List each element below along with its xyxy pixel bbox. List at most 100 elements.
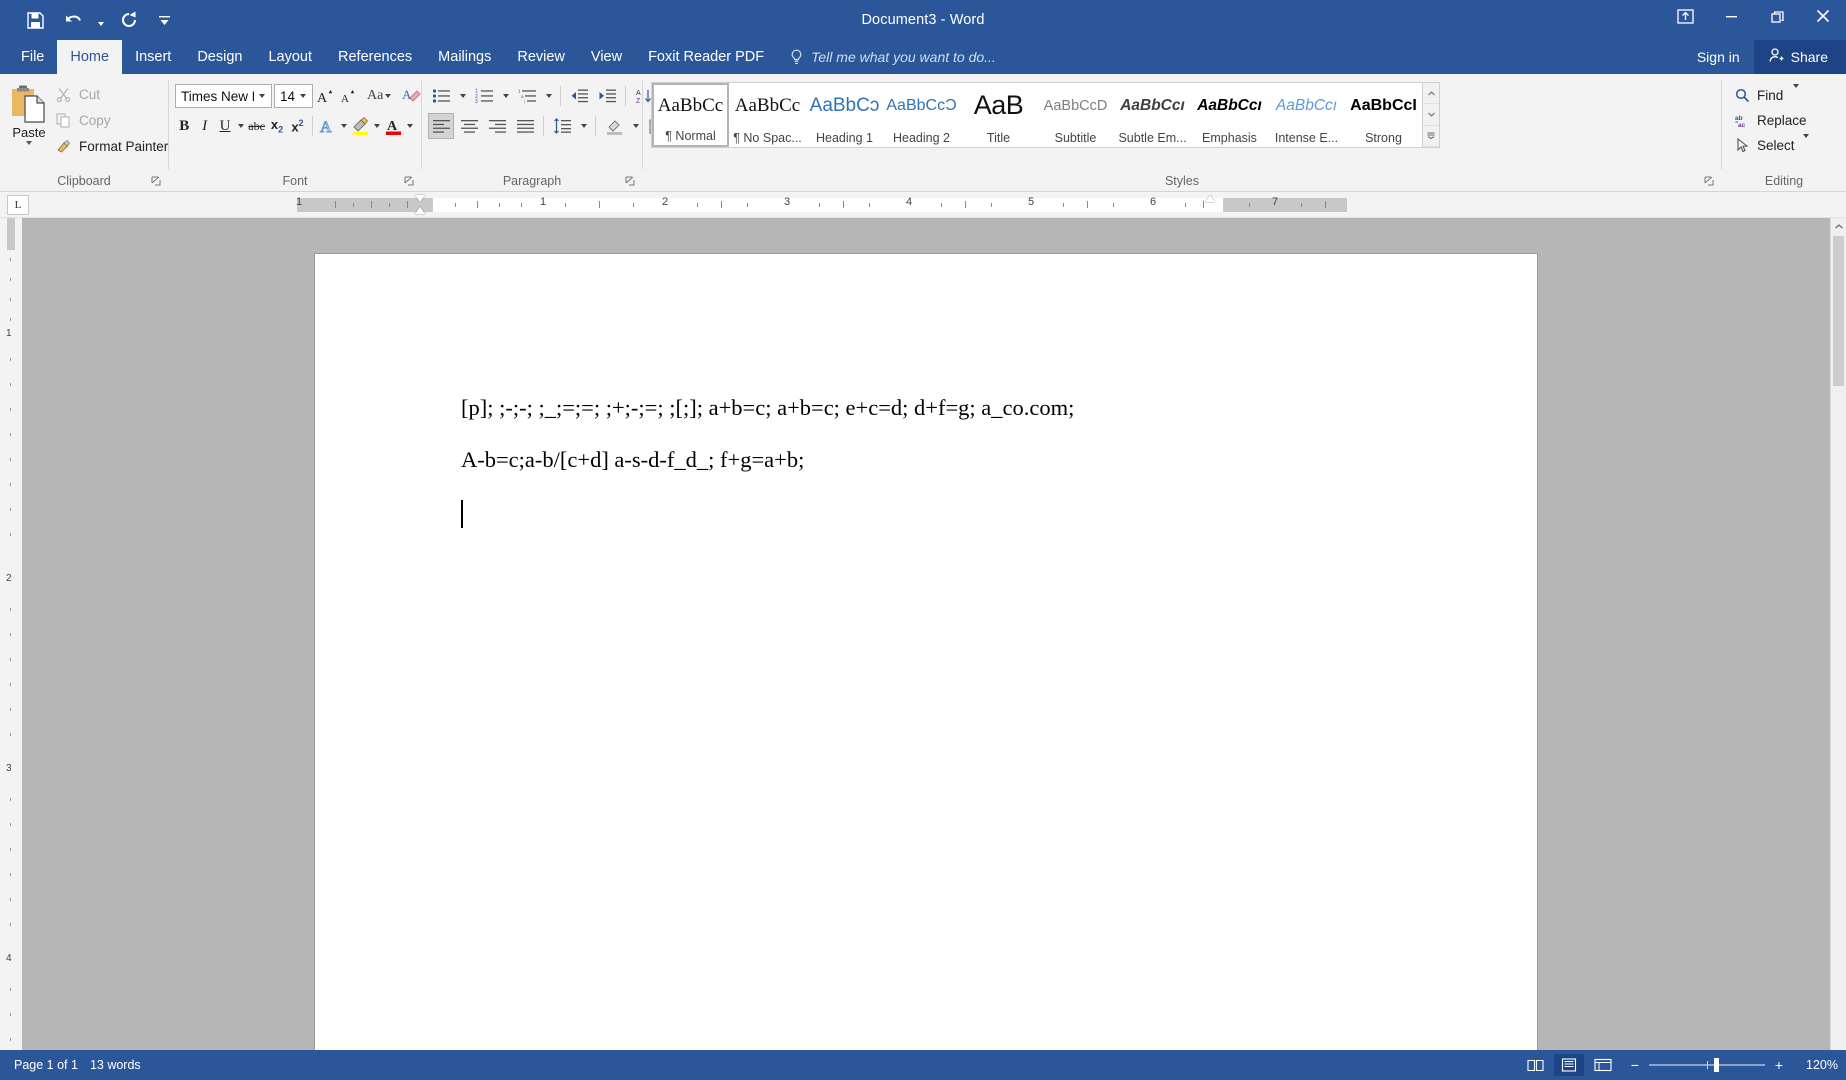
share-button[interactable]: Share <box>1753 40 1846 74</box>
align-right-icon[interactable] <box>484 113 510 139</box>
zoom-slider-thumb[interactable] <box>1713 1058 1719 1072</box>
font-name-combobox[interactable]: Times New Ro <box>175 84 272 108</box>
font-size-combobox[interactable]: 14 <box>274 84 314 108</box>
document-page[interactable]: [p]; ;-;-; ;_;=;=; ;+;-;=; ;[;]; a+b=c; … <box>315 254 1537 1050</box>
justify-icon[interactable] <box>512 113 538 139</box>
undo-icon[interactable] <box>56 5 90 35</box>
shrink-font-icon[interactable]: A <box>337 83 357 109</box>
ribbon-display-options-icon[interactable] <box>1662 0 1708 32</box>
restore-icon[interactable] <box>1754 0 1800 32</box>
subscript-button[interactable]: x2 <box>268 113 286 139</box>
grow-font-icon[interactable]: A <box>315 83 335 109</box>
style-heading-2[interactable]: AaBbCcƆ Heading 2 <box>883 83 960 147</box>
underline-button[interactable]: U <box>216 113 234 139</box>
first-line-indent-marker[interactable] <box>415 194 425 202</box>
style-subtitle[interactable]: AaBbCcD Subtitle <box>1037 83 1114 147</box>
superscript-button[interactable]: x2 <box>288 113 306 139</box>
zoom-slider[interactable] <box>1649 1058 1765 1072</box>
style-emphasis[interactable]: AaBbCcı Emphasis <box>1191 83 1268 147</box>
change-case-dropdown-icon[interactable] <box>385 83 392 109</box>
styles-gallery[interactable]: AaBbCc ¶ Normal AaBbCc ¶ No Spac... AaBb… <box>651 82 1440 148</box>
style-title[interactable]: AaB Title <box>960 83 1037 147</box>
paste-dropdown-icon[interactable] <box>26 141 32 145</box>
zoom-control[interactable]: − + <box>1622 1058 1792 1072</box>
align-center-icon[interactable] <box>456 113 482 139</box>
redo-icon[interactable] <box>112 5 146 35</box>
paste-button[interactable]: Paste <box>8 80 50 145</box>
change-case-icon[interactable]: Aa <box>367 83 383 109</box>
multilevel-list-icon[interactable]: 1ai <box>514 83 540 109</box>
text-highlight-color-icon[interactable] <box>351 113 371 139</box>
document-text[interactable]: [p]; ;-;-; ;_;=;=; ;+;-;=; ;[;]; a+b=c; … <box>461 396 1447 557</box>
shading-dropdown-icon[interactable] <box>629 113 642 139</box>
tab-mailings[interactable]: Mailings <box>425 40 504 74</box>
shading-icon[interactable] <box>601 113 627 139</box>
web-layout-icon[interactable] <box>1588 1054 1618 1076</box>
font-color-dropdown-icon[interactable] <box>406 113 415 139</box>
horizontal-ruler[interactable]: 1 1 2 3 4 5 6 7 <box>37 194 1846 215</box>
increase-indent-icon[interactable] <box>594 83 620 109</box>
vertical-scrollbar[interactable] <box>1830 218 1846 1050</box>
paragraph-dialog-launcher[interactable] <box>624 176 636 188</box>
styles-scroll[interactable] <box>1422 83 1439 147</box>
document-area[interactable]: [p]; ;-;-; ;_;=;=; ;+;-;=; ;[;]; a+b=c; … <box>22 218 1830 1050</box>
highlight-dropdown-icon[interactable] <box>373 113 382 139</box>
word-count[interactable]: 13 words <box>90 1058 153 1072</box>
tab-design[interactable]: Design <box>184 40 255 74</box>
styles-dialog-launcher[interactable] <box>1703 176 1715 188</box>
font-name-dropdown-icon[interactable] <box>254 85 269 107</box>
copy-button[interactable]: Copy <box>50 109 173 132</box>
print-layout-icon[interactable] <box>1554 1054 1584 1076</box>
tab-foxit-reader-pdf[interactable]: Foxit Reader PDF <box>635 40 777 74</box>
zoom-level[interactable]: 120% <box>1796 1058 1838 1072</box>
style-subtle-emphasis[interactable]: AaBbCcı Subtle Em... <box>1114 83 1191 147</box>
select-dropdown-icon[interactable] <box>1802 133 1809 153</box>
sign-in-button[interactable]: Sign in <box>1683 40 1754 74</box>
tab-home[interactable]: Home <box>57 40 123 74</box>
undo-dropdown-icon[interactable] <box>94 5 108 35</box>
tell-me-box[interactable]: Tell me what you want to do... <box>777 40 996 74</box>
tab-references[interactable]: References <box>325 40 425 74</box>
numbering-icon[interactable]: 123 <box>471 83 497 109</box>
scroll-up-icon[interactable] <box>1831 218 1846 234</box>
style-no-spacing[interactable]: AaBbCc ¶ No Spac... <box>729 83 806 147</box>
styles-more-icon[interactable] <box>1423 125 1439 147</box>
tab-view[interactable]: View <box>578 40 635 74</box>
font-dialog-launcher[interactable] <box>403 176 415 188</box>
tab-file[interactable]: File <box>8 40 58 74</box>
clipboard-dialog-launcher[interactable] <box>150 176 162 188</box>
save-icon[interactable] <box>18 5 52 35</box>
font-size-dropdown-icon[interactable] <box>295 85 310 107</box>
tab-insert[interactable]: Insert <box>122 40 184 74</box>
hanging-indent-marker[interactable] <box>415 206 425 214</box>
customize-qat-icon[interactable] <box>150 5 178 35</box>
format-painter-button[interactable]: Format Painter <box>50 135 173 158</box>
text-effects-dropdown-icon[interactable] <box>339 113 348 139</box>
tab-review[interactable]: Review <box>504 40 578 74</box>
style-intense-emphasis[interactable]: AaBbCcı Intense E... <box>1268 83 1345 147</box>
styles-scroll-up-icon[interactable] <box>1423 83 1439 105</box>
tab-stop-selector[interactable]: L <box>7 194 29 215</box>
tab-layout[interactable]: Layout <box>255 40 325 74</box>
cut-button[interactable]: Cut <box>50 83 173 106</box>
replace-button[interactable]: ab ac Replace <box>1730 108 1813 132</box>
styles-scroll-down-icon[interactable] <box>1423 104 1439 126</box>
read-mode-icon[interactable] <box>1520 1054 1550 1076</box>
vertical-ruler[interactable]: 1 2 3 4 <box>0 218 22 1050</box>
page-indicator[interactable]: Page 1 of 1 <box>14 1058 90 1072</box>
strikethrough-button[interactable]: abc <box>247 113 265 139</box>
zoom-out-button[interactable]: − <box>1628 1058 1642 1072</box>
decrease-indent-icon[interactable] <box>566 83 592 109</box>
minimize-icon[interactable] <box>1708 0 1754 32</box>
scrollbar-thumb[interactable] <box>1833 236 1844 386</box>
numbering-dropdown-icon[interactable] <box>499 83 512 109</box>
bullets-icon[interactable] <box>428 83 454 109</box>
close-icon[interactable] <box>1800 0 1846 32</box>
zoom-in-button[interactable]: + <box>1772 1058 1786 1072</box>
multilevel-dropdown-icon[interactable] <box>542 83 555 109</box>
style-heading-1[interactable]: AaBbCɔ Heading 1 <box>806 83 883 147</box>
bold-button[interactable]: B <box>175 113 193 139</box>
clear-formatting-icon[interactable]: A <box>401 83 421 109</box>
style-normal[interactable]: AaBbCc ¶ Normal <box>652 83 729 147</box>
font-color-icon[interactable]: A <box>384 113 404 139</box>
